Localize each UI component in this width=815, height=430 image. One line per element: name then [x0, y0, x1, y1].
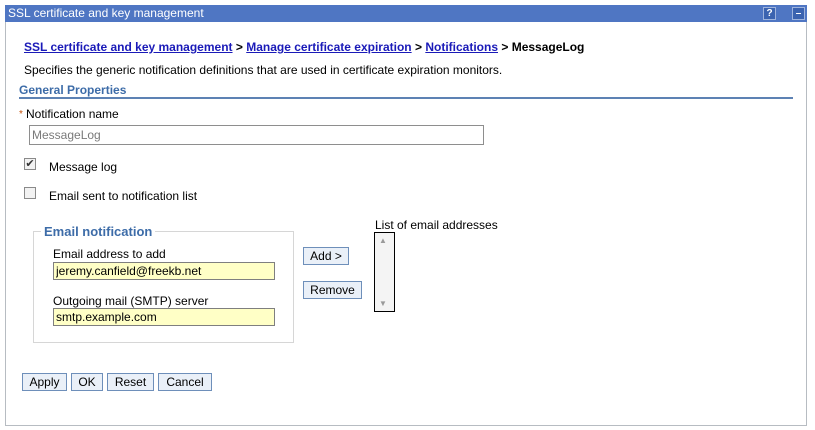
email-list-label: Email sent to notification list — [49, 189, 198, 203]
smtp-server-label: Outgoing mail (SMTP) server — [53, 294, 209, 308]
breadcrumb-link-notifications[interactable]: Notifications — [425, 40, 498, 54]
required-marker: * — [19, 109, 23, 120]
breadcrumb-link-ssl[interactable]: SSL certificate and key management — [24, 40, 233, 54]
email-address-input[interactable] — [53, 262, 275, 280]
scroll-up-icon[interactable]: ▲ — [379, 237, 387, 245]
page-description: Specifies the generic notification defin… — [24, 63, 503, 77]
section-divider — [19, 97, 793, 99]
scroll-down-icon[interactable]: ▼ — [379, 300, 387, 308]
window-title: SSL certificate and key management — [8, 6, 204, 20]
minimize-button[interactable]: – — [792, 7, 805, 20]
email-list-checkbox[interactable] — [24, 187, 36, 199]
breadcrumb-link-expiration[interactable]: Manage certificate expiration — [246, 40, 411, 54]
section-title-general-properties: General Properties — [19, 83, 127, 97]
email-list-box-label: List of email addresses — [375, 218, 498, 232]
smtp-server-input[interactable] — [53, 308, 275, 326]
help-button[interactable]: ? — [763, 7, 776, 20]
remove-button[interactable]: Remove — [303, 281, 362, 299]
window-titlebar: SSL certificate and key management ? – — [5, 5, 807, 22]
add-button[interactable]: Add > — [303, 247, 349, 265]
breadcrumb-separator: > — [235, 40, 243, 54]
breadcrumb-current: MessageLog — [511, 40, 585, 54]
breadcrumb-separator: > — [414, 40, 422, 54]
message-log-checkbox[interactable]: ✔ — [24, 158, 36, 170]
breadcrumb-separator: > — [501, 40, 509, 54]
ok-button[interactable]: OK — [71, 373, 103, 391]
cancel-button[interactable]: Cancel — [158, 373, 212, 391]
apply-button[interactable]: Apply — [22, 373, 67, 391]
email-notification-legend: Email notification — [41, 224, 156, 239]
notification-name-field[interactable] — [29, 125, 484, 145]
breadcrumb: SSL certificate and key management > Man… — [24, 40, 584, 54]
notification-name-label: Notification name — [26, 107, 119, 121]
message-log-label: Message log — [49, 160, 118, 174]
email-addresses-listbox[interactable]: ▲ ▼ — [374, 232, 395, 312]
email-address-label: Email address to add — [53, 247, 166, 261]
reset-button[interactable]: Reset — [107, 373, 154, 391]
